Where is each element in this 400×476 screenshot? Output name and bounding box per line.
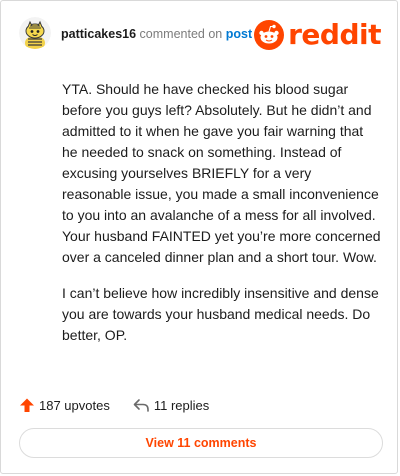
comment-actions: 187 upvotes 11 replies <box>19 394 231 416</box>
reddit-logo: reddit <box>254 18 381 52</box>
comment-paragraph: I can’t believe how incredibly insensiti… <box>62 285 379 343</box>
user-avatar[interactable] <box>19 17 51 49</box>
comment-card: patticakes16 commented on post reddit YT… <box>0 0 398 474</box>
comment-paragraph: YTA. Should he have checked his blood su… <box>62 81 381 265</box>
snoo-avatar-icon <box>19 17 51 49</box>
upvote-count: 187 upvotes <box>39 397 110 413</box>
replies-button[interactable]: 11 replies <box>132 397 209 413</box>
comment-meta: patticakes16 commented on post <box>61 27 252 41</box>
reddit-wordmark: reddit <box>288 18 381 51</box>
commented-on-text: commented on <box>139 27 223 41</box>
reddit-snoo-icon <box>254 20 285 50</box>
reply-arrow-icon <box>133 399 149 412</box>
username-link[interactable]: patticakes16 <box>61 27 136 41</box>
reply-count: 11 replies <box>153 397 210 413</box>
post-link[interactable]: post <box>226 27 252 41</box>
upvote-arrow-icon <box>20 398 34 412</box>
upvote-button[interactable]: 187 upvotes <box>19 397 110 413</box>
comment-body: YTA. Should he have checked his blood su… <box>62 79 382 361</box>
view-comments-button[interactable]: View 11 comments <box>19 428 383 458</box>
comment-header: patticakes16 commented on post reddit <box>19 15 381 55</box>
